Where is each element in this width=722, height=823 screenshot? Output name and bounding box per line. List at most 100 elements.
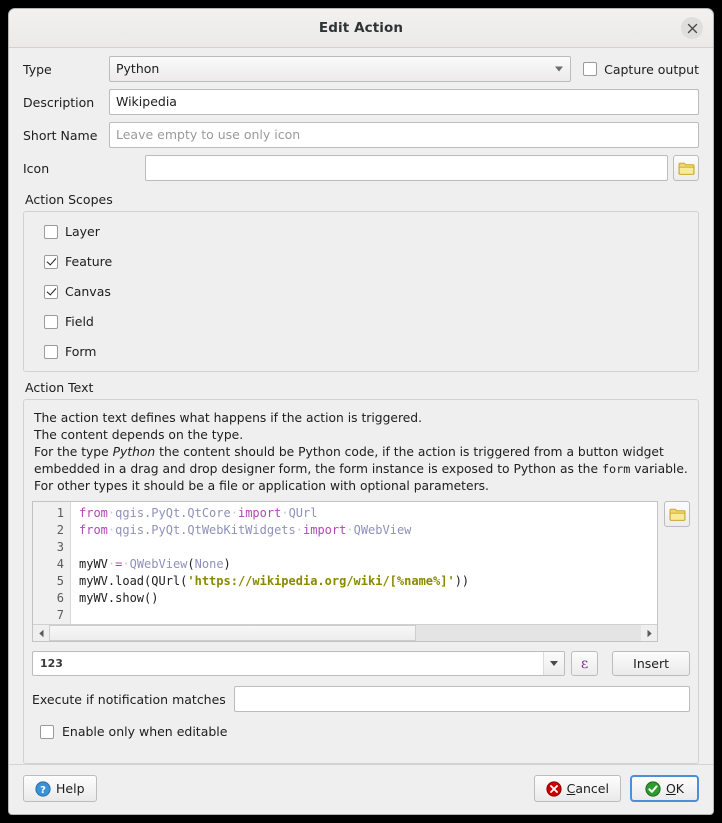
- code-token: myWV: [79, 557, 108, 571]
- notification-row: Execute if notification matches: [32, 686, 690, 712]
- code-line: from·qgis.PyQt.QtWebKitWidgets·import·QW…: [79, 522, 657, 539]
- folder-icon: [678, 161, 695, 176]
- help-line-3-emphasis: Python: [113, 445, 156, 459]
- code-token: from: [79, 523, 108, 537]
- help-line-2: The content depends on the type.: [34, 427, 688, 444]
- icon-browse-button[interactable]: [673, 155, 699, 181]
- edit-action-dialog: Edit Action Type Python Capture output: [8, 8, 714, 815]
- cancel-button[interactable]: Cancel: [534, 775, 621, 802]
- description-input[interactable]: Wikipedia: [109, 89, 699, 115]
- scope-label-field: Field: [65, 314, 94, 329]
- code-token: (: [187, 557, 194, 571]
- scroll-right-button[interactable]: [641, 625, 657, 641]
- dialog-action-buttons: Cancel OK: [534, 775, 699, 802]
- type-label: Type: [23, 62, 109, 77]
- action-scopes-caption: Action Scopes: [25, 192, 699, 207]
- ok-button-label: OK: [666, 781, 684, 796]
- field-combobox[interactable]: 123: [32, 651, 565, 676]
- type-combobox[interactable]: Python: [109, 56, 571, 82]
- icon-label: Icon: [23, 161, 109, 176]
- scroll-left-button[interactable]: [33, 625, 49, 641]
- ok-mnemonic: O: [666, 781, 676, 796]
- code-browse-button[interactable]: [664, 501, 690, 527]
- scope-item-form[interactable]: Form: [44, 344, 698, 359]
- description-label: Description: [23, 95, 109, 110]
- scope-label-canvas: Canvas: [65, 284, 111, 299]
- caret-right-icon: [646, 629, 653, 638]
- code-token: ·: [231, 506, 238, 520]
- action-text-help: The action text defines what happens if …: [32, 408, 690, 501]
- close-button[interactable]: [681, 17, 703, 39]
- enable-only-editable-label: Enable only when editable: [62, 724, 227, 739]
- short-name-input[interactable]: Leave empty to use only icon: [109, 122, 699, 148]
- notification-input[interactable]: [234, 686, 690, 712]
- code-token: myWV.load(QUrl(: [79, 574, 187, 588]
- enable-only-editable-checkbox[interactable]: [40, 725, 54, 739]
- enable-only-editable-row[interactable]: Enable only when editable: [32, 724, 690, 739]
- code-token: QWebView: [130, 557, 188, 571]
- window-title: Edit Action: [319, 20, 403, 36]
- line-number: 7: [33, 607, 64, 624]
- ok-button[interactable]: OK: [630, 775, 699, 802]
- scope-item-feature[interactable]: Feature: [44, 254, 698, 269]
- insert-button[interactable]: Insert: [612, 651, 690, 676]
- short-name-label: Short Name: [23, 128, 109, 143]
- code-token: import: [238, 506, 281, 520]
- code-token: ·: [281, 506, 288, 520]
- scrollbar-track[interactable]: [49, 625, 641, 641]
- code-text-area[interactable]: from·qgis.PyQt.QtCore·import·QUrlfrom·qg…: [71, 502, 657, 624]
- scope-label-layer: Layer: [65, 224, 100, 239]
- code-token: qgis.PyQt.QtWebKitWidgets: [115, 523, 296, 537]
- line-number: 2: [33, 522, 64, 539]
- code-line: myWV.load(QUrl('https://wikipedia.org/wi…: [79, 573, 657, 590]
- code-token: from: [79, 506, 108, 520]
- scope-checkbox-form[interactable]: [44, 345, 58, 359]
- code-token: import: [303, 523, 346, 537]
- action-scopes-list: Layer Feature Canvas Field Form: [24, 212, 698, 371]
- field-combobox-arrow[interactable]: [543, 652, 564, 675]
- help-line-3-prefix: For the type: [34, 445, 113, 459]
- capture-output-label: Capture output: [604, 62, 699, 77]
- help-button[interactable]: ? Help: [23, 775, 97, 802]
- scrollbar-thumb[interactable]: [49, 625, 416, 641]
- description-row: Description Wikipedia: [23, 89, 699, 115]
- svg-text:?: ?: [40, 785, 46, 796]
- scope-label-feature: Feature: [65, 254, 112, 269]
- help-line-1: The action text defines what happens if …: [34, 410, 688, 427]
- code-editor[interactable]: 1 2 3 4 5 6 7 from·qgis.PyQt.QtCore·impo…: [32, 501, 658, 642]
- scope-item-field[interactable]: Field: [44, 314, 698, 329]
- code-line: [79, 539, 657, 556]
- icon-path-input[interactable]: [145, 155, 668, 181]
- code-token: myWV.show(): [79, 591, 158, 605]
- scope-item-canvas[interactable]: Canvas: [44, 284, 698, 299]
- code-token: QUrl: [289, 506, 318, 520]
- field-combobox-value: 123: [40, 657, 63, 670]
- notification-label: Execute if notification matches: [32, 692, 226, 707]
- code-horizontal-scrollbar[interactable]: [33, 624, 657, 641]
- scope-checkbox-field[interactable]: [44, 315, 58, 329]
- cancel-label-rest: ancel: [575, 781, 609, 796]
- line-number: 5: [33, 573, 64, 590]
- help-line-3: For the type Python the content should b…: [34, 444, 688, 478]
- scope-item-layer[interactable]: Layer: [44, 224, 698, 239]
- title-bar: Edit Action: [9, 9, 713, 48]
- scope-checkbox-layer[interactable]: [44, 225, 58, 239]
- close-icon: [687, 23, 698, 34]
- code-line: myWV·=·QWebView(None): [79, 556, 657, 573]
- dialog-button-bar: ? Help Cancel OK: [9, 764, 713, 814]
- type-combobox-value: Python: [116, 61, 159, 76]
- line-number: 6: [33, 590, 64, 607]
- folder-icon: [669, 507, 686, 522]
- code-token: 'https://wikipedia.org/wiki/[%name%]': [187, 574, 454, 588]
- capture-output-checkbox[interactable]: [583, 62, 597, 76]
- scope-checkbox-feature[interactable]: [44, 255, 58, 269]
- help-line-3-suffix: variable.: [630, 462, 687, 476]
- capture-output-row[interactable]: Capture output: [583, 62, 699, 77]
- ok-icon: [645, 781, 661, 797]
- help-line-4: For other types it should be a file or a…: [34, 478, 688, 495]
- code-line: myWV.show(): [79, 590, 657, 607]
- code-token: ): [224, 557, 231, 571]
- scope-checkbox-canvas[interactable]: [44, 285, 58, 299]
- expression-builder-button[interactable]: ε: [571, 651, 598, 676]
- help-icon: ?: [35, 781, 51, 797]
